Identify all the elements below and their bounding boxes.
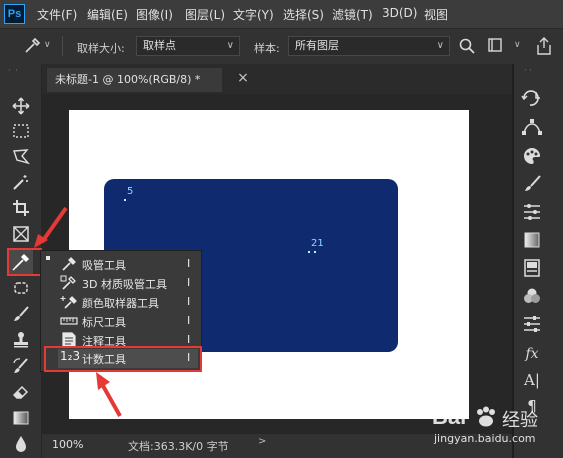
menu-view[interactable]: 视图	[424, 6, 448, 23]
marquee-icon[interactable]	[9, 119, 33, 143]
count-marker-dot	[124, 199, 126, 201]
properties-icon[interactable]	[518, 312, 546, 336]
eyedropper-preset-icon[interactable]	[22, 36, 42, 56]
history-icon[interactable]	[518, 86, 546, 110]
menu-bar	[0, 0, 563, 28]
brush-icon[interactable]	[9, 302, 33, 326]
stamp-icon[interactable]	[9, 328, 33, 352]
sample-select[interactable]: 所有图层 ∨	[288, 36, 450, 56]
flyout-item-shortcut: I	[187, 314, 191, 327]
document-info: 文档:363.3K/0 字节	[128, 440, 229, 453]
red-arrow-icon	[92, 370, 126, 418]
flyout-item-label: 标尺工具	[82, 316, 126, 329]
ruler-icon	[60, 313, 78, 329]
menu-edit[interactable]: 编辑(E)	[87, 6, 128, 23]
active-tool-indicator	[46, 256, 50, 260]
flyout-item-label: 吸管工具	[82, 259, 126, 272]
watermark-brand-suffix: 经验	[502, 410, 538, 431]
patch-icon[interactable]	[9, 276, 33, 300]
search-icon[interactable]	[458, 37, 476, 55]
sample-size-select[interactable]: 取样点 ∨	[136, 36, 240, 56]
zoom-level[interactable]: 100%	[52, 438, 83, 451]
menu-image[interactable]: 图像(I)	[136, 6, 173, 23]
chevron-down-icon: ∨	[436, 40, 444, 51]
chevron-down-icon: ∨	[226, 40, 234, 51]
flyout-item-eyedropper[interactable]: 吸管工具 I	[58, 255, 198, 274]
count-marker-label: 5	[127, 186, 134, 197]
move-icon[interactable]	[9, 94, 33, 118]
red-arrow-icon	[26, 206, 74, 250]
count-marker-dot	[308, 251, 310, 253]
paths-icon[interactable]	[518, 115, 546, 139]
watermark-brand: Bai	[432, 404, 467, 429]
flyout-item-3d-material-eyedropper[interactable]: 3D 材质吸管工具 I	[58, 274, 198, 293]
status-menu-arrow[interactable]: >	[258, 436, 266, 447]
color-palette-icon[interactable]	[518, 144, 546, 168]
workspace-switcher-icon[interactable]	[488, 38, 508, 54]
paw-logo-icon	[474, 406, 498, 428]
lasso-icon[interactable]	[9, 145, 33, 169]
sample-label: 样本:	[254, 42, 280, 55]
sample-size-label: 取样大小:	[77, 42, 125, 55]
flyout-item-shortcut: I	[187, 333, 191, 346]
flyout-item-color-sampler[interactable]: 颜色取样器工具 I	[58, 293, 198, 312]
channels-icon[interactable]	[518, 284, 546, 308]
highlight-count-tool-box	[44, 346, 202, 372]
workspace-chevron-icon[interactable]: ∨	[514, 40, 521, 50]
panel-grip[interactable]: · ·	[524, 66, 532, 75]
count-marker-label: 21	[311, 238, 324, 249]
baidu-jingyan-watermark: Bai 经验 jingyan.baidu.com	[424, 402, 563, 458]
3d-eyedropper-icon	[60, 275, 78, 291]
count-marker-dot	[314, 251, 316, 253]
menu-layer[interactable]: 图层(L)	[185, 6, 225, 23]
menu-filter[interactable]: 滤镜(T)	[332, 6, 373, 23]
gradients-panel-icon[interactable]	[518, 228, 546, 252]
preset-chevron-icon[interactable]: ∨	[44, 40, 51, 50]
menu-3d[interactable]: 3D(D)	[382, 6, 417, 20]
watermark-url: jingyan.baidu.com	[434, 432, 536, 445]
history-brush-icon[interactable]	[9, 354, 33, 378]
menu-type[interactable]: 文字(Y)	[233, 6, 274, 23]
gradient-icon[interactable]	[9, 406, 33, 430]
sample-value: 所有图层	[295, 39, 339, 52]
sample-size-value: 取样点	[143, 39, 176, 52]
styles-fx-icon[interactable]: fx	[518, 342, 546, 366]
menu-select[interactable]: 选择(S)	[283, 6, 324, 23]
swatches-icon[interactable]	[518, 256, 546, 280]
flyout-item-shortcut: I	[187, 295, 191, 308]
flyout-item-ruler[interactable]: 标尺工具 I	[58, 312, 198, 331]
magic-wand-icon[interactable]	[9, 170, 33, 194]
flyout-item-shortcut: I	[187, 257, 191, 270]
share-icon[interactable]	[535, 36, 553, 56]
eyedropper-icon	[60, 256, 78, 272]
menu-file[interactable]: 文件(F)	[37, 6, 77, 23]
character-icon[interactable]: A|	[518, 368, 546, 392]
ps-logo[interactable]: Ps	[4, 4, 25, 24]
blur-icon[interactable]	[9, 432, 33, 456]
eraser-icon[interactable]	[9, 380, 33, 404]
close-tab-button[interactable]: ×	[236, 70, 250, 88]
brush-settings-icon[interactable]	[518, 172, 546, 196]
flyout-item-label: 3D 材质吸管工具	[82, 278, 167, 291]
highlight-eyedropper-box	[7, 248, 42, 276]
brush-presets-icon[interactable]	[518, 200, 546, 224]
flyout-item-label: 颜色取样器工具	[82, 297, 159, 310]
color-sampler-icon	[60, 294, 78, 310]
document-tab[interactable]: 未标题-1 @ 100%(RGB/8) *	[47, 68, 222, 92]
panel-grip[interactable]: · ·	[8, 66, 32, 75]
flyout-item-shortcut: I	[187, 276, 191, 289]
divider	[62, 36, 63, 56]
